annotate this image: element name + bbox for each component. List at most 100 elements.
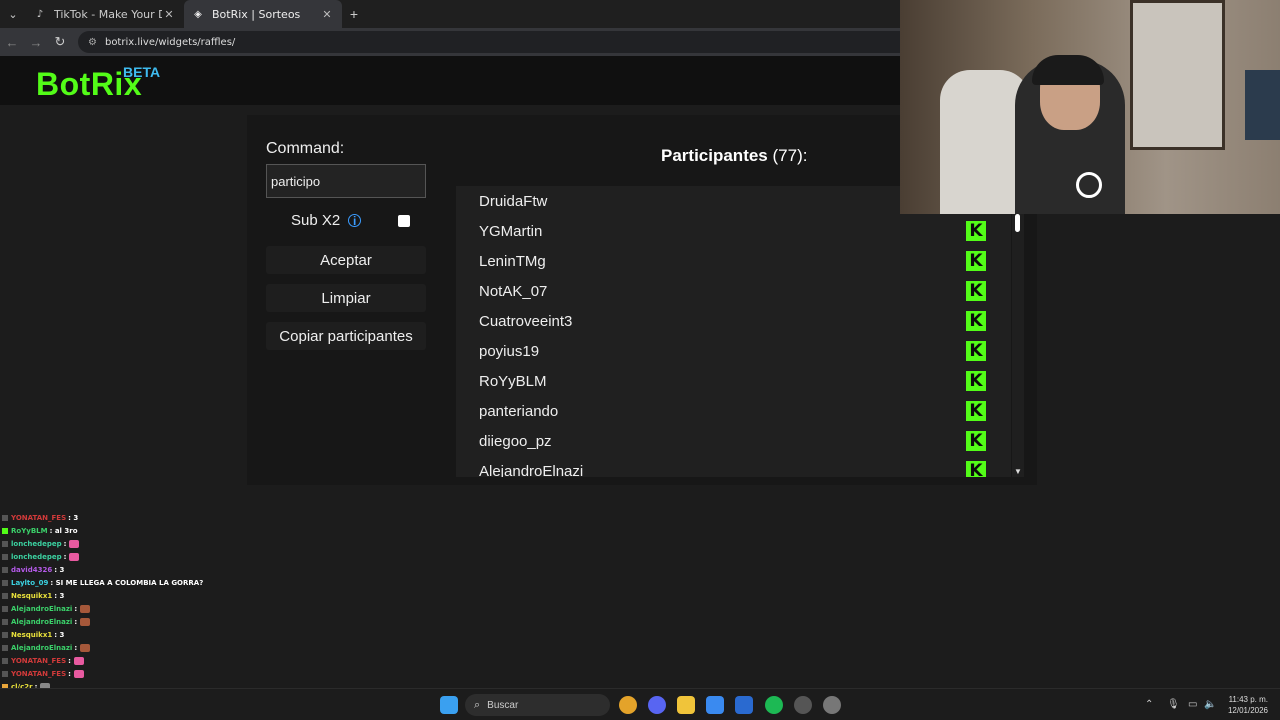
search-placeholder: Buscar — [487, 699, 519, 711]
kick-badge-icon: K — [966, 461, 986, 477]
chat-badge-icon — [2, 592, 8, 599]
app-icon[interactable] — [794, 696, 812, 714]
close-icon[interactable]: ✕ — [320, 8, 334, 21]
folder-icon[interactable] — [677, 696, 695, 714]
url-bar[interactable]: ⚙ botrix.live/widgets/raffles/ — [78, 31, 958, 53]
webcam-window — [1130, 0, 1225, 150]
sub-x2-row: Sub X2 i — [291, 212, 362, 229]
chat-badge-icon — [2, 514, 8, 521]
store-icon[interactable] — [706, 696, 724, 714]
chat-username: Laylto_09 — [11, 578, 49, 587]
tab-search-button[interactable]: ⌄ — [0, 0, 26, 28]
reload-button[interactable]: ↻ — [48, 34, 72, 50]
participant-row: YGMartin K — [456, 216, 1011, 246]
participant-row: poyius19 K — [456, 336, 1011, 366]
windows-taskbar: ⌕ Buscar ⌃ 🎙 ▭ 🔈 11:43 p. m. 12/01/2026 — [0, 688, 1280, 720]
chat-message: Nesquikx1: 3 — [2, 589, 242, 602]
participant-row: NotAK_07 K — [456, 276, 1011, 306]
chrome-icon[interactable] — [619, 696, 637, 714]
chat-badge-icon — [2, 527, 8, 534]
chat-message: Nesquikx1: 3 — [2, 628, 242, 641]
elgato-icon — [1076, 172, 1102, 198]
close-icon[interactable]: ✕ — [162, 8, 176, 21]
chat-badge-icon — [2, 644, 8, 651]
sub-x2-label: Sub X2 — [291, 212, 341, 229]
beta-badge: BETA — [123, 64, 161, 80]
network-icon[interactable]: ▭ — [1188, 699, 1197, 710]
chat-message: RoYyBLM: al 3ro — [2, 524, 242, 537]
start-icon[interactable] — [440, 696, 458, 714]
forward-button[interactable]: → — [24, 35, 48, 50]
microphone-icon[interactable]: 🎙 — [1167, 699, 1180, 710]
participant-name: diiegoo_pz — [479, 432, 552, 450]
participants-title: Participantes (77): — [661, 146, 807, 166]
chat-text: : — [63, 539, 67, 548]
participant-row: diiegoo_pz K — [456, 426, 1011, 456]
participants-list[interactable]: DruidaFtwKYGMartinKLeninTMgKNotAK_07KCua… — [456, 186, 1011, 477]
participant-name: Cuatroveeint3 — [479, 312, 573, 330]
discord-icon[interactable] — [648, 696, 666, 714]
url-text: botrix.live/widgets/raffles/ — [104, 36, 236, 48]
chat-emote-icon — [80, 643, 91, 652]
chat-username: lonchedepep — [11, 552, 62, 561]
chat-username: AlejandroElnazi — [11, 643, 73, 652]
tray-chevron-icon[interactable]: ⌃ — [1145, 699, 1153, 710]
chat-emote-icon — [73, 669, 84, 678]
chat-badge-icon — [2, 618, 8, 625]
taskbar-search[interactable]: ⌕ Buscar — [465, 694, 610, 716]
chat-message: AlejandroElnazi: — [2, 615, 242, 628]
taskbar-clock[interactable]: 11:43 p. m. 12/01/2026 — [1228, 694, 1268, 716]
chat-emote-icon — [73, 656, 84, 665]
scrollbar-thumb[interactable] — [1015, 214, 1020, 232]
kick-badge-icon: K — [966, 341, 986, 361]
participant-name: AlejandroElnazi — [479, 462, 584, 478]
site-info-icon[interactable]: ⚙ — [88, 37, 97, 48]
sub-x2-checkbox[interactable] — [398, 215, 410, 227]
participant-row: LeninTMg K — [456, 246, 1011, 276]
command-input[interactable]: participo — [266, 164, 426, 198]
chat-username: RoYyBLM — [11, 526, 48, 535]
webcam-overlay — [900, 0, 1280, 214]
search-icon: ⌕ — [474, 698, 481, 711]
participant-name: DruidaFtw — [479, 192, 548, 210]
accept-button[interactable]: Aceptar — [266, 246, 426, 274]
chat-emote-icon — [69, 539, 80, 548]
chat-username: YONATAN_FES — [11, 656, 67, 665]
spotify-icon[interactable] — [765, 696, 783, 714]
kick-badge-icon: K — [966, 371, 986, 391]
kick-badge-icon: K — [966, 281, 986, 301]
participant-row: RoYyBLM K — [456, 366, 1011, 396]
chat-text: : — [68, 656, 71, 665]
participants-scrollbar[interactable]: ▼ — [1012, 186, 1024, 477]
chat-username: AlejandroElnazi — [11, 604, 73, 613]
tab-tiktok[interactable]: ♪ TikTok - Make Your Day ✕ — [26, 0, 184, 28]
chat-text: : al 3ro — [49, 526, 78, 535]
scroll-down-icon[interactable]: ▼ — [1014, 467, 1022, 476]
participant-name: panteriando — [479, 402, 559, 420]
mail-icon[interactable] — [735, 696, 753, 714]
chat-emote-icon — [80, 617, 91, 626]
chat-message: YONATAN_FES: 3 — [2, 511, 242, 524]
back-button[interactable]: ← — [0, 35, 24, 50]
copy-participants-button[interactable]: Copiar participantes — [266, 322, 426, 350]
settings-icon[interactable] — [823, 696, 841, 714]
chat-text: : — [68, 669, 71, 678]
tab-botrix[interactable]: ◈ BotRix | Sorteos ✕ — [184, 0, 342, 28]
chat-text: : — [74, 643, 78, 652]
chat-emote-icon — [80, 604, 91, 613]
chat-text: : 3 — [68, 513, 79, 522]
volume-icon[interactable]: 🔈 — [1204, 699, 1216, 710]
chat-text: : — [74, 617, 78, 626]
chat-badge-icon — [2, 657, 8, 664]
chat-message: AlejandroElnazi: — [2, 641, 242, 654]
new-tab-button[interactable]: + — [342, 6, 366, 22]
kick-badge-icon: K — [966, 221, 986, 241]
command-label: Command: — [266, 140, 345, 157]
chat-text: : — [74, 604, 78, 613]
chat-message: YONATAN_FES: — [2, 667, 242, 680]
clear-button[interactable]: Limpiar — [266, 284, 426, 312]
chat-username: Nesquikx1 — [11, 591, 53, 600]
info-icon[interactable]: i — [348, 214, 362, 228]
chat-message: david4326: 3 — [2, 563, 242, 576]
chat-text: : — [63, 552, 67, 561]
